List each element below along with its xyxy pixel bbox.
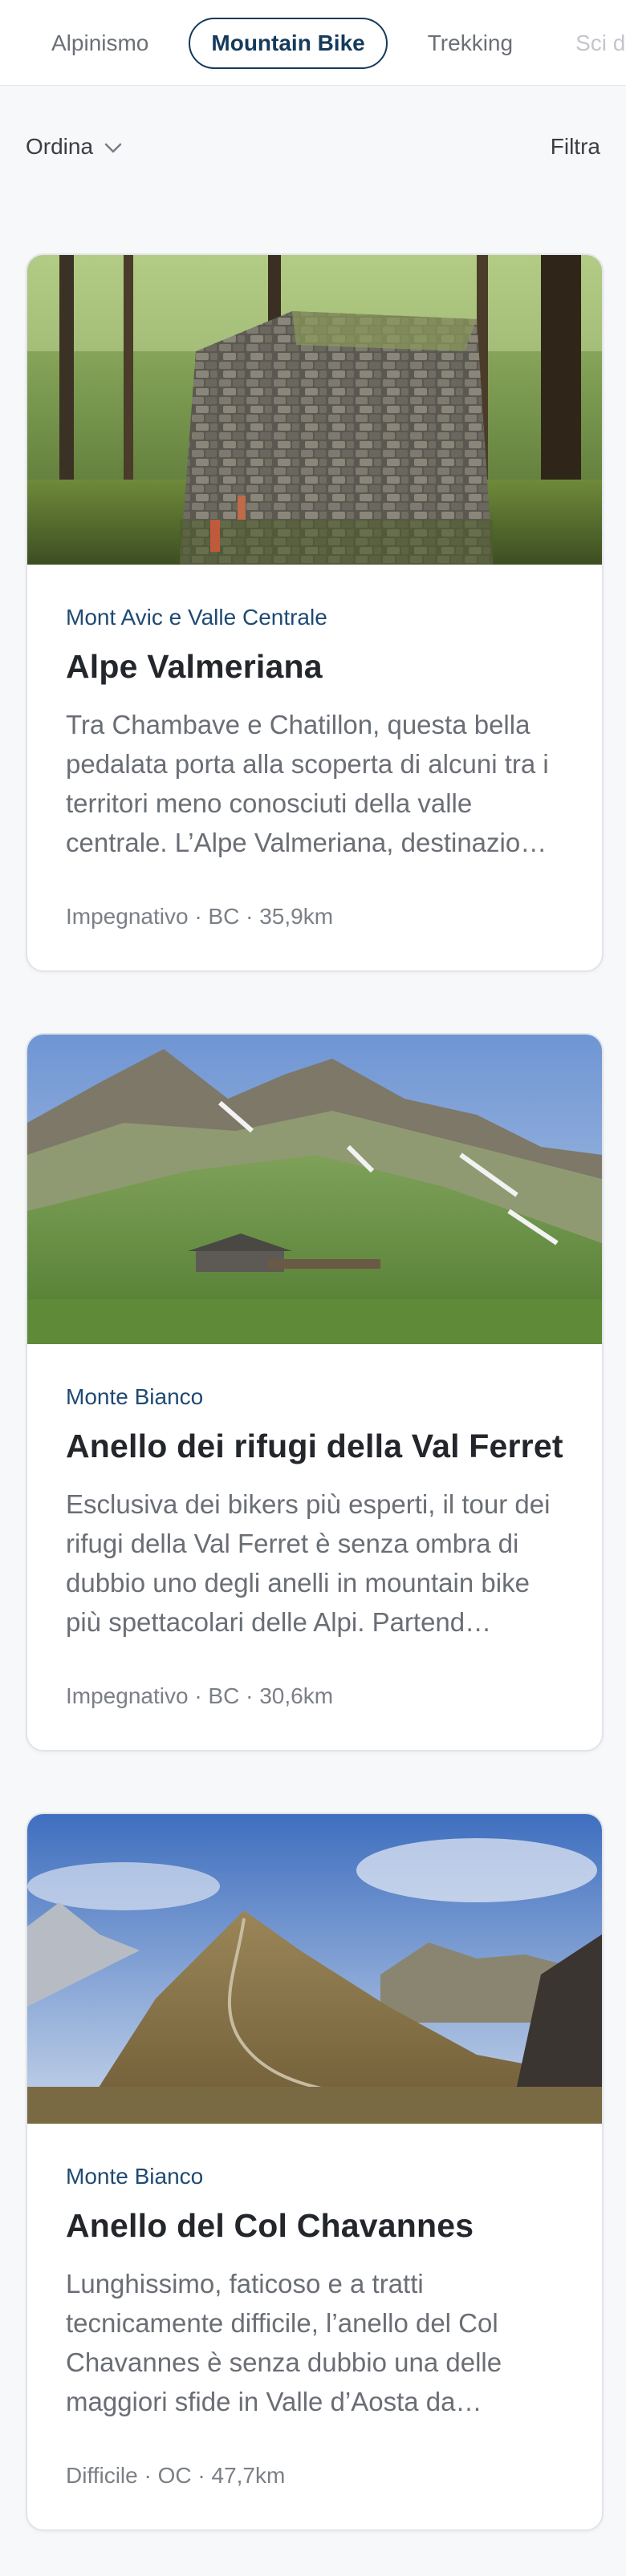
- list-controls: Ordina Filtra: [26, 127, 600, 167]
- route-card[interactable]: Mont Avic e Valle Centrale Alpe Valmeria…: [26, 253, 604, 972]
- route-region: Monte Bianco: [66, 1384, 204, 1409]
- route-description: Esclusiva dei bikers più esperti, il tou…: [66, 1489, 551, 1637]
- tab-sci[interactable]: Sci di: [553, 18, 626, 69]
- route-title: Alpe Valmeriana: [66, 648, 323, 685]
- category-tabs-bar: Alpinismo Mountain Bike Trekking Sci di: [0, 0, 626, 86]
- route-card-body: Monte Bianco Anello dei rifugi della Val…: [66, 1344, 563, 1709]
- route-region: Monte Bianco: [66, 2164, 204, 2189]
- route-meta: Impegnativo · BC · 35,9km: [66, 904, 334, 929]
- tab-trekking[interactable]: Trekking: [405, 18, 535, 69]
- sort-button[interactable]: Ordina: [26, 134, 122, 160]
- route-card[interactable]: Monte Bianco Anello dei rifugi della Val…: [26, 1033, 604, 1752]
- route-image-col-chavannes: [27, 1814, 602, 2124]
- tab-mountain-bike[interactable]: Mountain Bike: [189, 18, 388, 69]
- route-region: Mont Avic e Valle Centrale: [66, 605, 327, 630]
- route-title: Anello dei rifugi della Val Ferret: [66, 1428, 563, 1464]
- route-image-val-ferret: [27, 1035, 602, 1344]
- tab-alpinismo[interactable]: Alpinismo: [29, 18, 171, 69]
- chevron-down-icon: [104, 134, 122, 160]
- route-card[interactable]: Monte Bianco Anello del Col Chavannes Lu…: [26, 1813, 604, 2531]
- route-meta: Difficile · OC · 47,7km: [66, 2463, 286, 2488]
- route-meta: Impegnativo · BC · 30,6km: [66, 1683, 334, 1708]
- route-title: Anello del Col Chavannes: [66, 2207, 474, 2244]
- filter-button[interactable]: Filtra: [551, 134, 600, 160]
- route-image-forest-ruin: [27, 255, 602, 565]
- sort-label: Ordina: [26, 134, 94, 159]
- route-description: Tra Chambave e Chatillon, questa bella p…: [66, 710, 549, 857]
- route-card-body: Monte Bianco Anello del Col Chavannes Lu…: [66, 2124, 563, 2489]
- route-card-body: Mont Avic e Valle Centrale Alpe Valmeria…: [66, 565, 563, 930]
- category-tabs: Alpinismo Mountain Bike Trekking Sci di: [29, 18, 626, 69]
- route-description: Lunghissimo, faticoso e a tratti tecnica…: [66, 2269, 502, 2416]
